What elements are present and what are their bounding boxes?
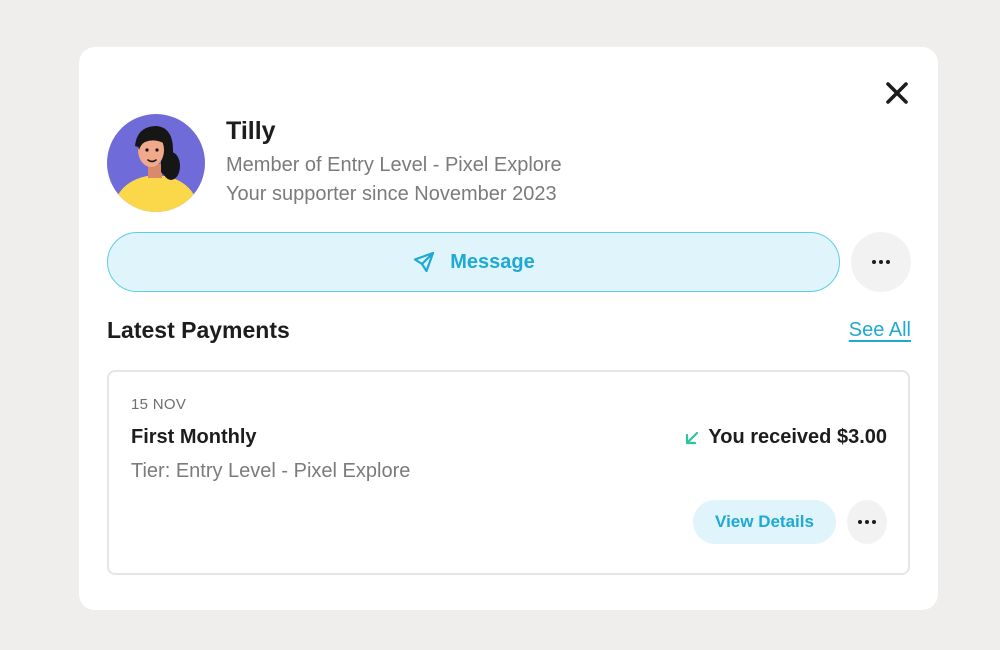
- membership-text: Member of Entry Level - Pixel Explore: [226, 154, 562, 176]
- message-button[interactable]: Message: [107, 232, 840, 292]
- payment-amount-text: You received $3.00: [708, 426, 887, 448]
- send-icon: [414, 251, 435, 273]
- latest-payments-title: Latest Payments: [107, 317, 290, 343]
- payment-card: 15 NOV First Monthly Tier: Entry Level -…: [107, 370, 910, 575]
- see-all-link[interactable]: See All: [849, 319, 911, 342]
- profile-name: Tilly: [226, 117, 276, 145]
- more-options-button[interactable]: [851, 232, 911, 292]
- avatar: [107, 114, 205, 212]
- message-button-label: Message: [450, 250, 535, 273]
- close-icon: [886, 82, 908, 104]
- payment-tier: Tier: Entry Level - Pixel Explore: [131, 460, 411, 482]
- payment-date: 15 NOV: [131, 396, 187, 413]
- view-details-button[interactable]: View Details: [693, 500, 836, 544]
- supporter-since-text: Your supporter since November 2023: [226, 183, 557, 205]
- arrow-down-left-icon: [686, 431, 699, 444]
- more-horizontal-icon: [858, 520, 876, 524]
- payment-more-button[interactable]: [847, 500, 887, 544]
- payment-amount: You received $3.00: [684, 426, 887, 449]
- more-horizontal-icon: [872, 260, 890, 264]
- close-button[interactable]: [879, 75, 915, 111]
- supporter-card: Tilly Member of Entry Level - Pixel Expl…: [79, 47, 938, 610]
- payment-title: First Monthly: [131, 426, 257, 448]
